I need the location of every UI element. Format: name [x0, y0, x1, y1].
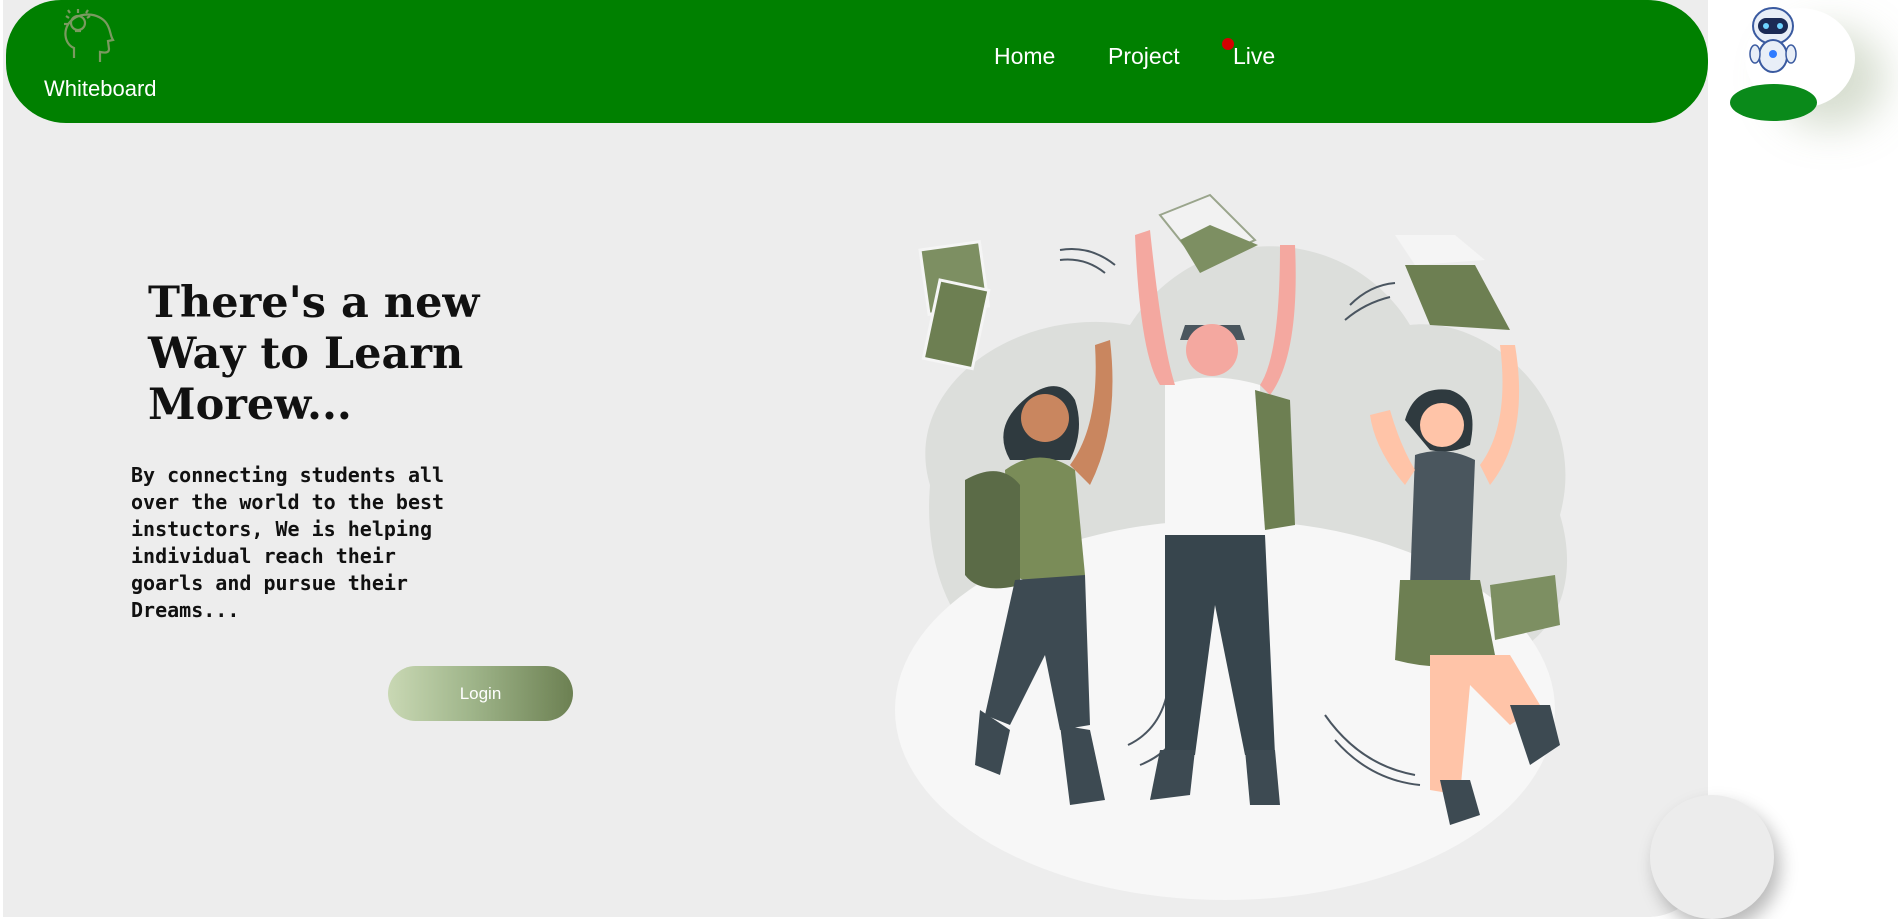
- nav-home-link[interactable]: Home: [994, 43, 1055, 70]
- assistant-base: [1730, 84, 1817, 121]
- robot-icon[interactable]: [1738, 4, 1808, 84]
- top-navbar: Whiteboard Home Project Live: [6, 0, 1708, 123]
- hero-description: By connecting students all over the worl…: [131, 463, 445, 622]
- nav-project-link[interactable]: Project: [1108, 43, 1180, 70]
- floating-circle-button[interactable]: [1650, 795, 1774, 919]
- students-jumping-illustration: [895, 193, 1568, 900]
- head-lightbulb-icon: [64, 9, 115, 62]
- nav-live-link[interactable]: Live: [1233, 43, 1275, 70]
- hero-title: There's a new Way to Learn Morew...: [148, 278, 480, 430]
- brand-name[interactable]: Whiteboard: [44, 76, 157, 102]
- login-button[interactable]: Login: [388, 666, 573, 721]
